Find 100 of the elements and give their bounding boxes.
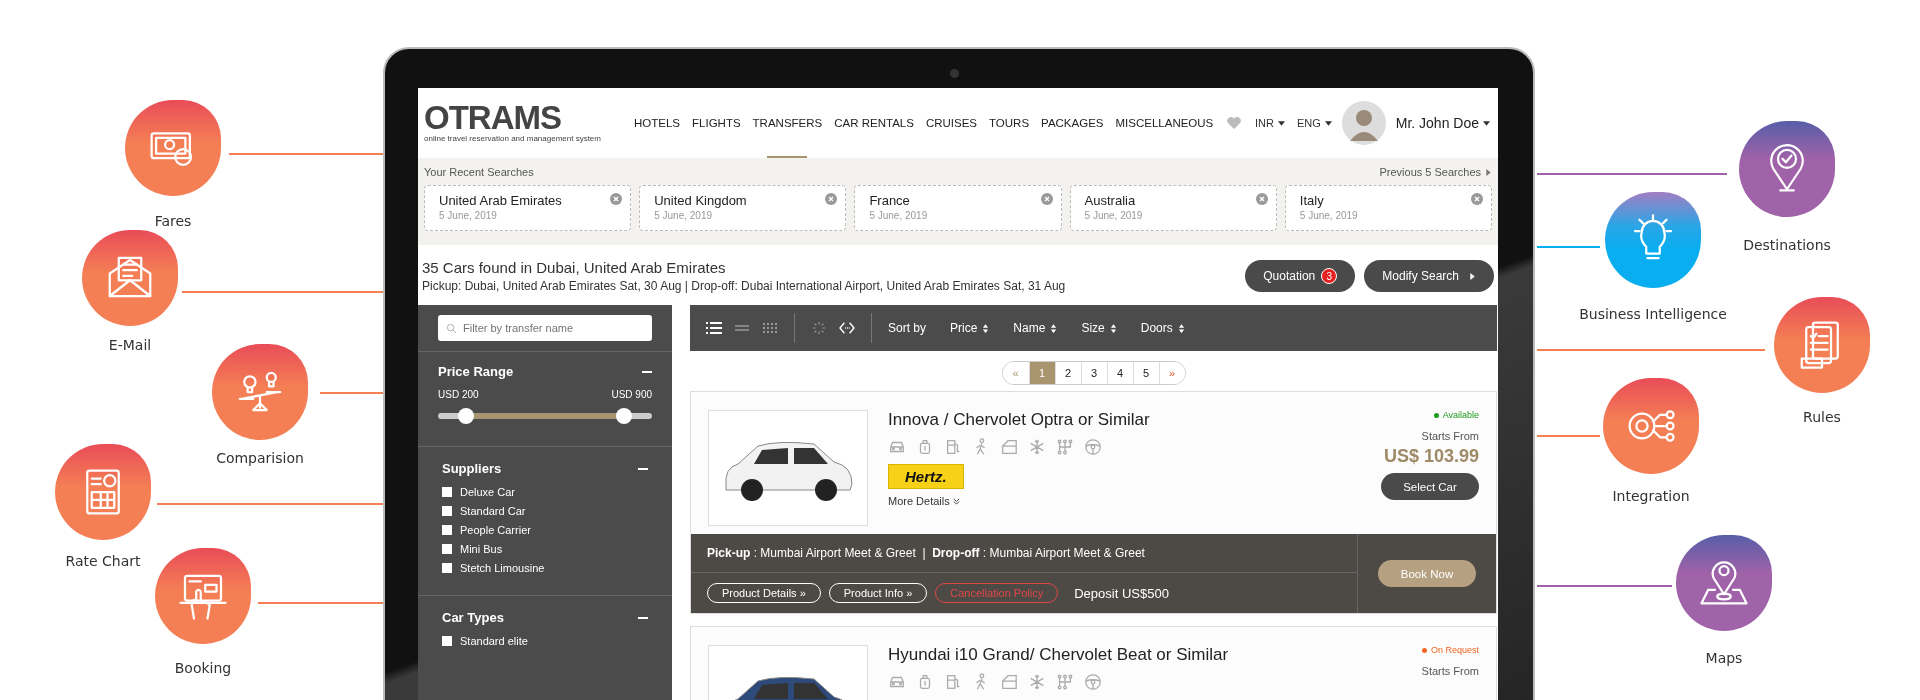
- checkbox[interactable]: [442, 525, 452, 535]
- place-name: Italy: [1299, 193, 1325, 208]
- sort-icon: [1050, 323, 1058, 333]
- count-badge: 3: [1321, 268, 1338, 284]
- car-door-icon: [1000, 438, 1018, 456]
- connector-line: [320, 392, 383, 394]
- nav-tab[interactable]: HOTELS: [628, 88, 686, 158]
- gearbox-icon: [1056, 673, 1074, 691]
- checkbox-label: People Carrier: [460, 524, 531, 536]
- checkbox-label: Stetch Limousine: [460, 562, 545, 574]
- results-summary: Pickup: Dubai, United Arab Emirates Sat, 30 Aug | Drop-off: Dubai International Airport, United Arab Emirates Sat, 31 Aug: [422, 279, 1066, 293]
- close-icon[interactable]: [1040, 193, 1053, 205]
- place-name: United Kingdom: [654, 193, 748, 208]
- list-view-icon[interactable]: [706, 322, 722, 334]
- recent-search-card[interactable]: France 5 June, 2019: [854, 185, 1062, 231]
- checkbox[interactable]: [442, 563, 452, 573]
- price-max-label: USD 900: [611, 389, 652, 400]
- fuel-pump-icon: [944, 673, 962, 691]
- car-name: Innova / Chervolet Optra or Similar: [888, 410, 1151, 430]
- recent-search-card[interactable]: United Arab Emirates 5 June, 2019: [424, 185, 632, 231]
- modify-search-button[interactable]: Modify Search: [1364, 260, 1494, 292]
- price-min-label: USD 200: [438, 389, 479, 400]
- close-icon[interactable]: [825, 193, 838, 205]
- section-title: Car Types: [442, 610, 504, 625]
- place-name: United Arab Emirates: [439, 193, 563, 208]
- availability-status: On Request: [1421, 645, 1479, 655]
- connector-line: [1537, 435, 1600, 437]
- code-icon[interactable]: [839, 321, 855, 335]
- caret-icon: [1485, 168, 1492, 176]
- more-details-link[interactable]: More Details: [888, 495, 960, 507]
- nav-tab[interactable]: FLIGHTS: [686, 88, 747, 158]
- sort-option[interactable]: Doors: [1134, 321, 1191, 335]
- language-dropdown[interactable]: ENG: [1294, 117, 1334, 129]
- nav-tab[interactable]: CAR RENTALS: [828, 88, 920, 158]
- fuel-pump-icon: [944, 438, 962, 456]
- nav-tab[interactable]: CRUISES: [919, 88, 984, 158]
- caret-icon: [1469, 272, 1476, 280]
- car-price: US$ 103.99: [1383, 446, 1479, 467]
- page-link[interactable]: »: [1158, 362, 1185, 384]
- route-text: Pick-up : Mumbai Airport Meet & Greet | Drop-off : Mumbai Airport Meet & Greet: [691, 534, 1357, 573]
- checkbox[interactable]: [442, 636, 452, 646]
- steering-wheel-icon: [1084, 673, 1102, 691]
- quotation-button[interactable]: Quotation 3: [1245, 260, 1356, 292]
- gearbox-icon: [1056, 438, 1074, 456]
- results-title: 35 Cars found in Dubai, United Arab Emirates: [422, 259, 727, 276]
- select-car-button[interactable]: Select Car: [1381, 473, 1479, 500]
- availability-status: Available: [1433, 410, 1479, 420]
- user-menu[interactable]: Mr. John Doe: [1393, 115, 1492, 131]
- heart-icon[interactable]: [1226, 117, 1241, 129]
- search-date: 5 June, 2019: [1084, 210, 1144, 221]
- checkbox-label: Deluxe Car: [460, 486, 516, 498]
- recent-search-card[interactable]: United Kingdom 5 June, 2019: [639, 185, 847, 231]
- section-title: Suppliers: [442, 461, 502, 476]
- collapse-icon[interactable]: [638, 616, 648, 619]
- camera-icon: [950, 69, 959, 78]
- feature-label: Fares: [153, 212, 193, 231]
- currency-dropdown[interactable]: INR: [1252, 117, 1287, 129]
- checkbox[interactable]: [442, 544, 452, 554]
- feature-label: E-Mail: [107, 336, 153, 355]
- steering-wheel-icon: [1084, 438, 1102, 456]
- recent-search-card[interactable]: Australia 5 June, 2019: [1069, 185, 1277, 231]
- nav-tab[interactable]: TOURS: [983, 88, 1036, 158]
- compact-view-icon[interactable]: [734, 322, 750, 334]
- collapse-icon[interactable]: [638, 467, 648, 470]
- sort-icon: [1109, 323, 1117, 333]
- search-date: 5 June, 2019: [869, 210, 929, 221]
- loading-icon[interactable]: [811, 321, 827, 335]
- logo-wordmark: OTRAMS: [424, 102, 561, 134]
- caret-icon: [1277, 119, 1285, 127]
- slider-handle[interactable]: [616, 408, 633, 424]
- checkbox-label: Standard Car: [460, 505, 526, 517]
- section-title: Price Range: [438, 364, 514, 379]
- close-icon[interactable]: [1471, 193, 1483, 205]
- feature-label: Business Intelligence: [1578, 305, 1728, 324]
- sort-label: Sort by: [888, 321, 926, 335]
- avatar-icon: [1341, 101, 1386, 145]
- slider-handle[interactable]: [457, 408, 474, 424]
- caret-icon: [1483, 119, 1490, 127]
- checkbox[interactable]: [442, 506, 452, 516]
- filter-search-field[interactable]: Filter by transfer name: [438, 315, 652, 341]
- feature-label: Booking: [173, 659, 233, 678]
- chevron-down-icon: [952, 498, 960, 505]
- collapse-icon[interactable]: [642, 370, 652, 373]
- nav-tab[interactable]: MISCELLANEOUS: [1109, 88, 1220, 158]
- search-icon: [446, 323, 457, 334]
- nav-tab[interactable]: PACKAGES: [1035, 88, 1110, 158]
- sort-option[interactable]: Price: [944, 321, 996, 335]
- recent-search-card[interactable]: Italy 5 June, 2019: [1284, 185, 1492, 231]
- previous-searches-link[interactable]: Previous 5 Searches: [1379, 166, 1492, 178]
- close-icon[interactable]: [610, 193, 623, 205]
- close-icon[interactable]: [1255, 193, 1268, 205]
- checkbox[interactable]: [442, 487, 452, 497]
- sort-option[interactable]: Name: [1007, 321, 1064, 335]
- grid-view-icon[interactable]: [762, 322, 778, 334]
- price-slider[interactable]: [438, 408, 652, 424]
- search-date: 5 June, 2019: [439, 210, 498, 221]
- feature-label: Destinations: [1742, 236, 1832, 255]
- sort-option[interactable]: Size: [1075, 321, 1123, 335]
- recent-searches-title: Your Recent Searches: [424, 166, 534, 178]
- car-door-icon: [1000, 673, 1018, 691]
